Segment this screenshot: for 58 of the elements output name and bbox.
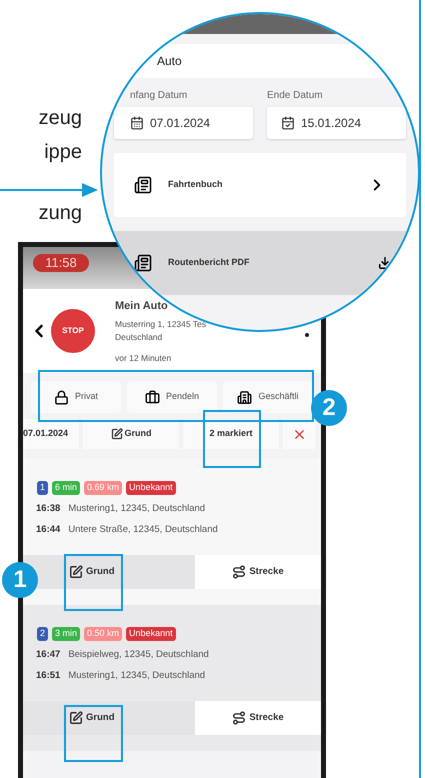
edit-icon	[110, 428, 122, 440]
document-icon	[134, 176, 152, 194]
stop-address: Mustering1, 12345, Deutschland	[68, 502, 206, 516]
distance-tag: 0.50 km	[84, 627, 122, 640]
trip-number-tag: 2	[37, 627, 48, 640]
time-ago-text: vor 12 Minuten	[115, 352, 172, 364]
category-button[interactable]: Privat	[31, 381, 121, 413]
date-filter[interactable]: 07.01.2024	[23, 419, 79, 449]
step-number-badge: 2	[311, 390, 347, 426]
stop-time: 16:44	[36, 522, 60, 537]
date-field[interactable]: 07.01.2024	[114, 107, 253, 139]
stop-address: Mustering1, 12345, Deutschland	[68, 668, 206, 683]
duration-tag: 3 min	[52, 627, 80, 640]
clear-button[interactable]	[283, 419, 315, 449]
caption-text: zeug	[38, 106, 82, 130]
route-button[interactable]: Strecke	[195, 701, 321, 735]
stop-time: 16:47	[36, 648, 60, 662]
document-icon	[134, 254, 152, 272]
building-icon	[237, 390, 252, 404]
stop-sign: STOP	[51, 309, 95, 353]
highlight-frame	[64, 705, 123, 762]
trip-card[interactable]: 2 3 min 0.50 km Unbekannt 16:47 Beispielweg, 12345, Deutschland 16:51 Mustering1, 12345, Deutschland Grund Strecke	[23, 605, 321, 751]
reason-filter[interactable]: Grund	[83, 419, 179, 449]
trip-number-tag: 1	[37, 481, 48, 494]
date-field[interactable]: 15.01.2024	[267, 107, 406, 139]
edit-icon	[69, 711, 83, 725]
calendar-check-icon	[281, 116, 295, 130]
address-text: Deutschland	[115, 330, 164, 344]
stop-time: 16:51	[36, 668, 60, 683]
category-button[interactable]: Geschäftli	[223, 381, 313, 413]
more-icon[interactable]	[305, 333, 309, 337]
briefcase-icon	[144, 390, 160, 404]
stop-address: Beispielweg, 12345, Deutschland	[68, 648, 209, 662]
stop-address: Untere Straße, 12345, Deutschland	[68, 522, 218, 537]
caption-text: ippe	[44, 140, 82, 164]
lock-icon	[54, 390, 69, 404]
step-number-badge: 1	[2, 562, 38, 598]
clock-pill: 11:58	[33, 254, 89, 272]
calendar-icon	[130, 116, 144, 130]
category-button[interactable]: Pendeln	[127, 381, 217, 413]
field-label: nfang Datum	[129, 89, 188, 103]
caption-text: zung	[38, 201, 82, 225]
duration-tag: 6 min	[52, 481, 80, 494]
edit-icon	[69, 565, 83, 579]
vehicle-name: Mein Auto	[115, 298, 169, 314]
status-tag: Unbekannt	[126, 627, 176, 640]
menu-item[interactable]: Fahrtenbuch	[114, 153, 406, 217]
vehicle-name: Auto	[157, 53, 182, 70]
stop-time: 16:38	[36, 502, 60, 516]
route-icon	[232, 565, 246, 579]
field-label: Ende Datum	[267, 89, 324, 103]
route-button[interactable]: Strecke	[195, 555, 321, 589]
distance-tag: 0.69 km	[84, 481, 122, 494]
status-tag: Unbekannt	[126, 481, 176, 494]
reason-button[interactable]: Grund	[23, 701, 195, 735]
address-text: Musterring 1, 12345 Tes	[115, 318, 206, 331]
route-icon	[232, 711, 246, 725]
highlight-frame	[64, 554, 123, 611]
